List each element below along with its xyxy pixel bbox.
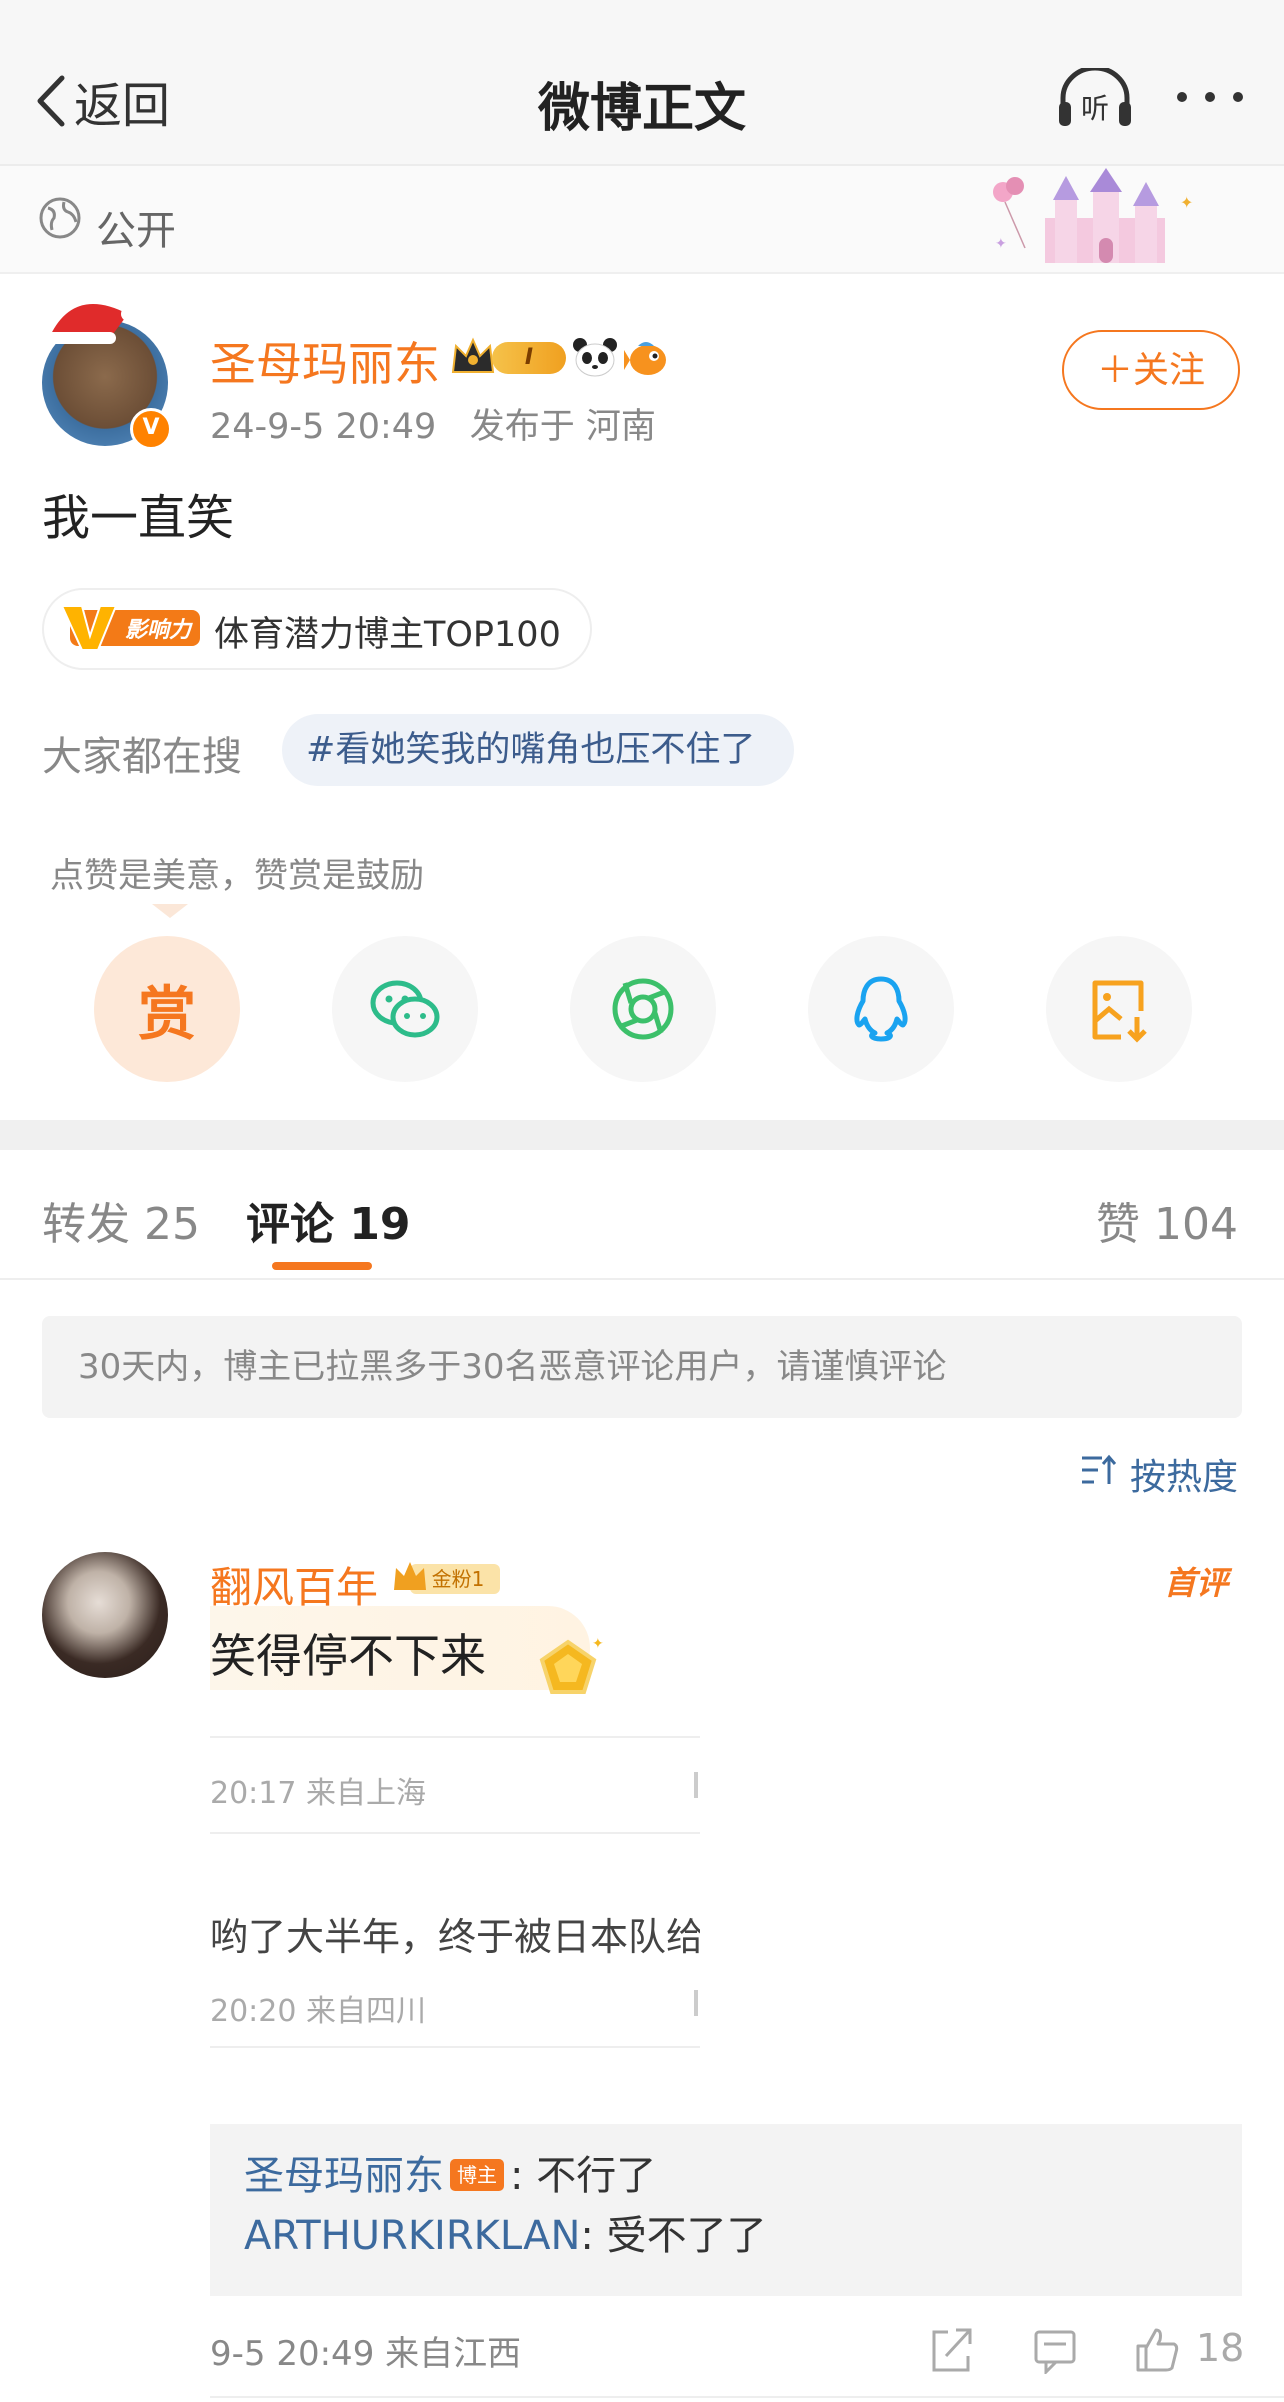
author-badge: 博主	[450, 2159, 504, 2191]
level-badge: I	[492, 342, 566, 374]
svg-text:✦: ✦	[592, 1636, 604, 1652]
influence-label: 体育潜力博主TOP100	[214, 615, 561, 655]
ghost-comment-text: 哟了大半年，终于被日本队给	[210, 1915, 700, 1959]
globe-icon	[39, 197, 81, 239]
svg-text:✦: ✦	[995, 236, 1007, 252]
ghost-line-2	[210, 2046, 700, 2048]
ghost-divider-2	[694, 1990, 698, 2016]
post-text: 我一直笑	[42, 490, 235, 546]
reply-text: : 受不了了	[580, 2213, 767, 2259]
comment-text: 笑得停不下来	[210, 1629, 486, 1683]
crown-icon	[451, 337, 495, 373]
gem-sticker-icon: ✦	[539, 1636, 604, 1694]
moments-icon	[612, 978, 674, 1040]
reward-hint: 点赞是美意，赞赏是鼓励	[50, 856, 424, 896]
share-wechat-button[interactable]	[332, 936, 478, 1082]
ghost-comment-meta-2: 20:20 来自四川	[210, 1994, 426, 2029]
like-count: 18	[1196, 2326, 1245, 2370]
follow-button[interactable]: ＋关注	[1062, 330, 1240, 410]
ghost-line-1	[210, 1832, 700, 1834]
fan-badge-label: 金粉1	[432, 1567, 485, 1591]
verified-badge: V	[130, 408, 172, 450]
tab-comments[interactable]: 评论 19	[246, 1188, 411, 1252]
share-qq-button[interactable]	[808, 936, 954, 1082]
reward-button[interactable]: 赏	[94, 936, 240, 1082]
tab-divider	[0, 1278, 1284, 1280]
tab-active-indicator	[272, 1262, 372, 1270]
blocked-users-notice: 30天内，博主已拉黑多于30名恶意评论用户，请谨慎评论	[42, 1316, 1242, 1418]
save-image-button[interactable]	[1046, 936, 1192, 1082]
santa-hat-icon	[46, 303, 135, 344]
reply-box[interactable]: 圣母玛丽东 博主: 不行了 ARTHURKIRKLAN: 受不了了	[210, 2124, 1242, 2296]
ghost-divider-1	[694, 1772, 698, 1798]
post-meta: 24-9-5 20:49 发布于 河南	[210, 398, 656, 449]
reply-user[interactable]: 圣母玛丽东	[244, 2153, 444, 2199]
hint-arrow	[152, 904, 188, 918]
visibility-label: 公开	[96, 208, 176, 254]
save-image-icon	[1092, 980, 1147, 1043]
castle-decoration-icon: ✦✦	[993, 168, 1193, 263]
comment-icon[interactable]	[1030, 2324, 1080, 2374]
headphones-icon[interactable]: 听	[1055, 68, 1135, 130]
tab-likes[interactable]: 赞 104	[1096, 1188, 1238, 1252]
section-divider	[0, 1120, 1284, 1150]
reply-user[interactable]: ARTHURKIRKLAN	[244, 2213, 580, 2259]
share-moments-button[interactable]	[570, 936, 716, 1082]
hot-topic-chip[interactable]: #看她笑我的嘴角也压不住了	[282, 714, 794, 786]
reply-row: 圣母玛丽东 博主: 不行了	[244, 2146, 1208, 2206]
reply-row: ARTHURKIRKLAN: 受不了了	[244, 2206, 1208, 2266]
fan-badge: 金粉1	[394, 1562, 500, 1594]
listen-label: 听	[1081, 92, 1109, 125]
reward-label: 赏	[137, 980, 196, 1048]
influence-badge-label: 影响力	[125, 618, 193, 643]
ghost-comment-fragment	[210, 1706, 700, 1738]
influence-badge-icon: 影响力	[60, 605, 200, 651]
fish-icon	[624, 342, 666, 375]
comment-bottom-line	[210, 2396, 1284, 2398]
more-icon[interactable]	[1170, 82, 1250, 112]
author-name[interactable]: 圣母玛丽东	[210, 328, 440, 394]
repost-icon[interactable]	[926, 2324, 976, 2374]
wechat-icon	[370, 980, 440, 1038]
post-time: 24-9-5 20:49	[210, 407, 437, 447]
ghost-comment-meta-1: 20:17 来自上海	[210, 1776, 426, 1811]
like-icon[interactable]	[1132, 2324, 1182, 2374]
commenter-avatar[interactable]	[42, 1552, 168, 1678]
post-location: 发布于 河南	[469, 407, 656, 447]
first-comment-badge: 首评	[1164, 1564, 1229, 1602]
trending-search-label: 大家都在搜	[42, 734, 242, 780]
sort-label[interactable]: 按热度	[1130, 1448, 1238, 1500]
sort-icon[interactable]	[1080, 1452, 1116, 1488]
reply-text: : 不行了	[510, 2153, 657, 2199]
tab-reposts[interactable]: 转发 25	[42, 1188, 200, 1252]
svg-text:✦: ✦	[1180, 193, 1193, 212]
panda-icon	[573, 338, 617, 377]
qq-icon	[854, 976, 908, 1042]
comment-meta: 9-5 20:49 来自江西	[210, 2334, 522, 2374]
